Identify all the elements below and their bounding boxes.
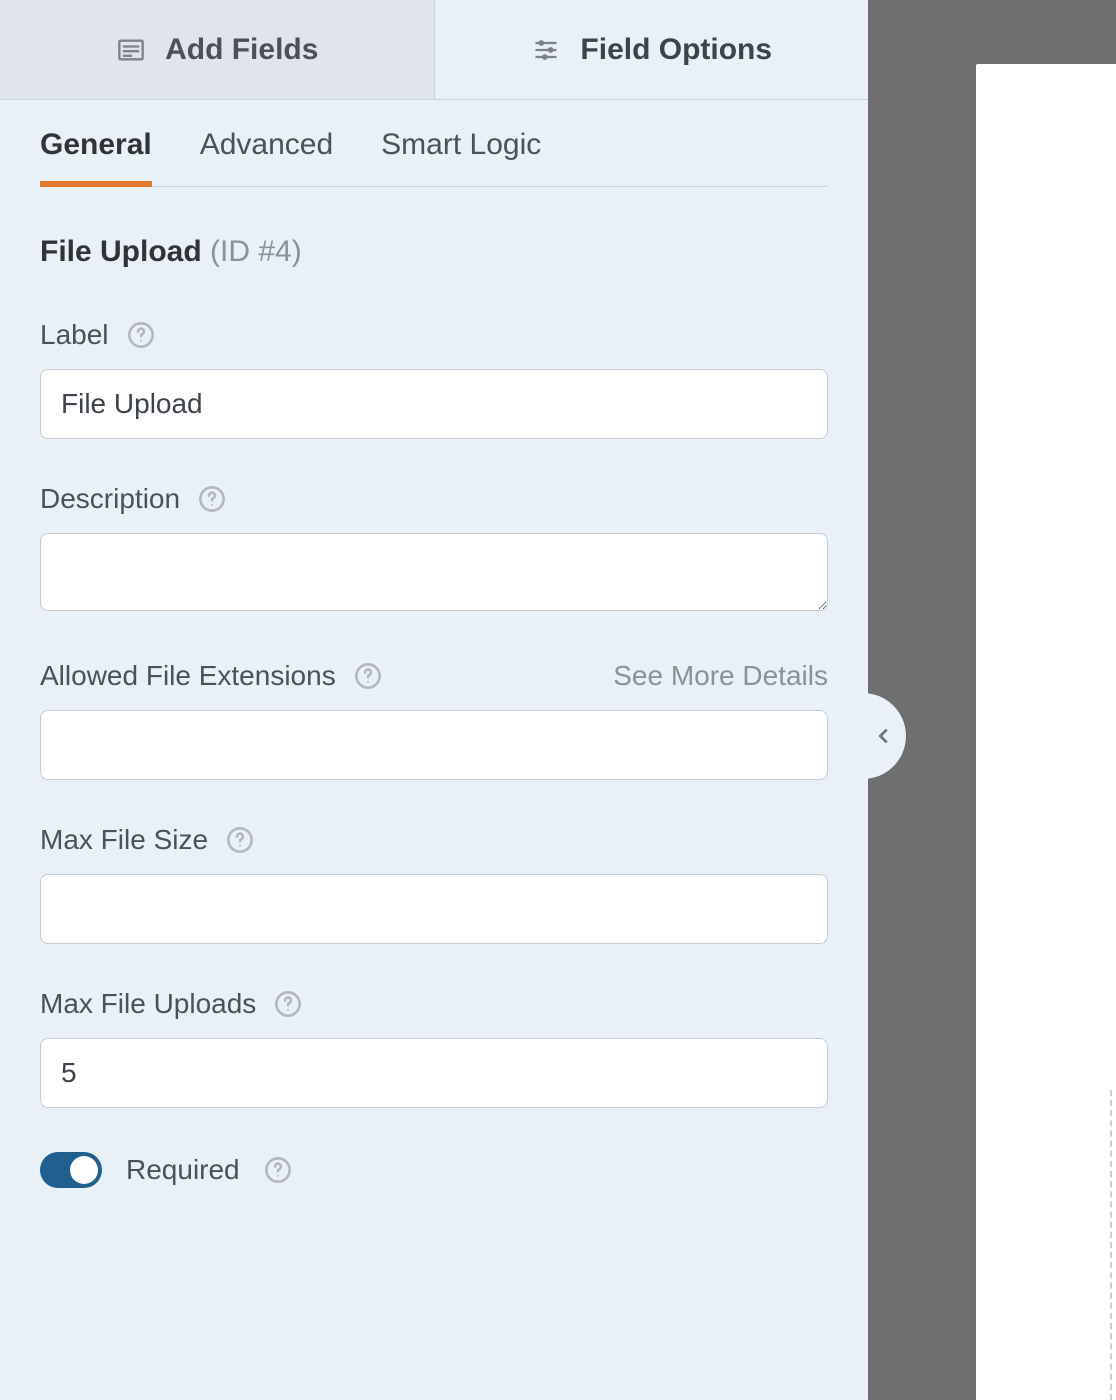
top-tabs: Add Fields Field Options <box>0 0 868 100</box>
subtab-advanced[interactable]: Advanced <box>200 128 333 186</box>
list-icon <box>115 34 147 66</box>
group-allowed-extensions: Allowed File Extensions See More Details <box>40 660 828 780</box>
tab-add-fields[interactable]: Add Fields <box>0 0 435 99</box>
see-more-details-link[interactable]: See More Details <box>613 660 828 692</box>
subtab-smart-logic[interactable]: Smart Logic <box>381 128 541 186</box>
group-max-file-size: Max File Size <box>40 824 828 944</box>
tab-field-options-label: Field Options <box>580 33 772 67</box>
content-area: General Advanced Smart Logic File Upload… <box>0 100 868 1188</box>
sliders-icon <box>530 34 562 66</box>
tab-add-fields-label: Add Fields <box>165 33 318 67</box>
label-input[interactable] <box>40 369 828 439</box>
field-title-text: File Upload <box>40 235 202 268</box>
label-label: Label <box>40 319 109 351</box>
dotted-guide <box>1110 1090 1112 1400</box>
help-icon[interactable] <box>127 321 155 349</box>
help-icon[interactable] <box>354 662 382 690</box>
label-max-file-size: Max File Size <box>40 824 208 856</box>
field-title: File Upload (ID #4) <box>40 235 828 269</box>
allowed-extensions-input[interactable] <box>40 710 828 780</box>
tab-field-options[interactable]: Field Options <box>435 0 869 99</box>
preview-sheet <box>976 64 1116 1400</box>
label-description: Description <box>40 483 180 515</box>
group-max-file-uploads: Max File Uploads <box>40 988 828 1108</box>
sub-tabs: General Advanced Smart Logic <box>40 128 828 187</box>
preview-area <box>868 0 1116 1400</box>
help-icon[interactable] <box>274 990 302 1018</box>
max-file-size-input[interactable] <box>40 874 828 944</box>
max-file-uploads-input[interactable] <box>40 1038 828 1108</box>
group-required: Required <box>40 1152 828 1188</box>
field-id-label: (ID #4) <box>210 235 302 268</box>
field-options-panel: Add Fields Field Options General Advance… <box>0 0 868 1400</box>
group-label: Label <box>40 319 828 439</box>
label-required: Required <box>126 1154 240 1186</box>
required-toggle[interactable] <box>40 1152 102 1188</box>
description-input[interactable] <box>40 533 828 611</box>
help-icon[interactable] <box>198 485 226 513</box>
label-max-file-uploads: Max File Uploads <box>40 988 256 1020</box>
help-icon[interactable] <box>226 826 254 854</box>
subtab-general[interactable]: General <box>40 128 152 186</box>
group-description: Description <box>40 483 828 616</box>
label-allowed-extensions: Allowed File Extensions <box>40 660 336 692</box>
chevron-left-icon <box>880 730 886 743</box>
help-icon[interactable] <box>264 1156 292 1184</box>
toggle-knob <box>70 1156 98 1184</box>
